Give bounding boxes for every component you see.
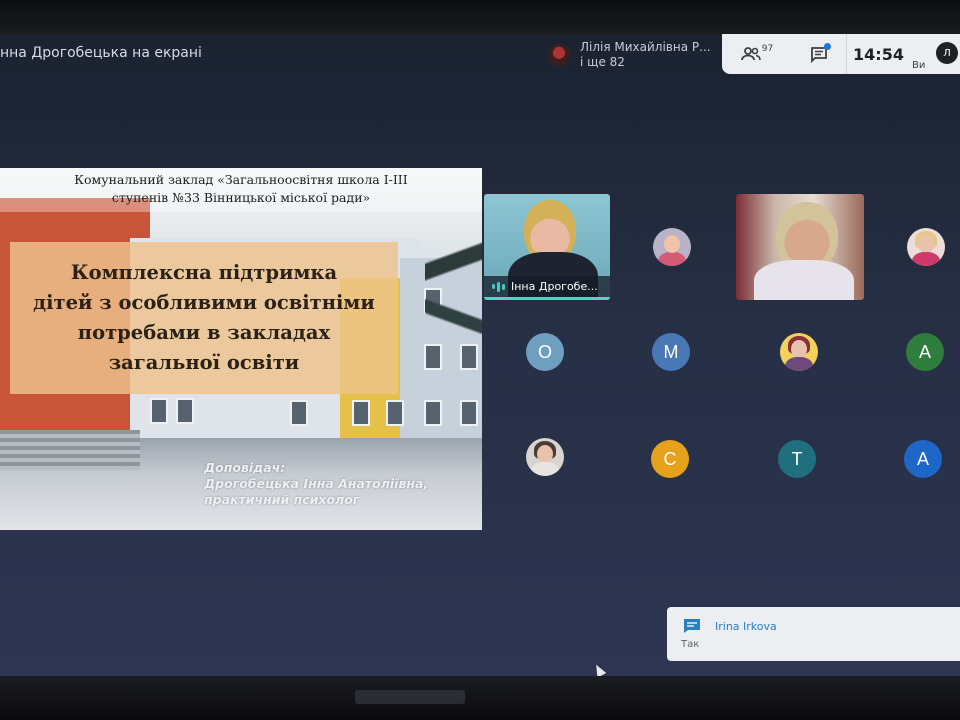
clock: 14:54 xyxy=(846,34,910,74)
slide-header: Комунальний заклад «Загальноосвітня школ… xyxy=(0,168,482,212)
speaker-role: практичний психолог xyxy=(204,492,360,507)
photo-people xyxy=(658,252,686,266)
participant-photo-avatar[interactable] xyxy=(780,333,818,371)
participant-photo-avatar[interactable] xyxy=(653,228,691,266)
chat-button[interactable] xyxy=(792,34,846,74)
participant-avatar-o[interactable]: О xyxy=(526,333,564,371)
slide-title-line: загальної освіти xyxy=(108,351,300,374)
slide-title-line: дітей з особливими освітніми xyxy=(33,291,375,314)
participant-avatar-c[interactable]: С xyxy=(651,440,689,478)
speaker-name: Дрогобецька Інна Анатоліївна, xyxy=(204,476,429,491)
monitor-logo xyxy=(355,690,465,704)
speaker-label: Доповідач: xyxy=(204,460,286,475)
photo-body xyxy=(912,252,940,266)
slide-title-line: Комплексна підтримка xyxy=(70,261,338,284)
slide-window xyxy=(352,400,370,426)
participant-avatar-a[interactable]: А xyxy=(906,333,944,371)
audio-wave-icon xyxy=(492,281,505,292)
participants-count: 97 xyxy=(761,44,774,54)
presentation-slide: Комунальний заклад «Загальноосвітня школ… xyxy=(0,168,482,530)
participant-avatar-a2[interactable]: А xyxy=(904,440,942,478)
monitor-bezel-top xyxy=(0,0,960,36)
photo-body xyxy=(531,462,559,476)
monitor-bezel-bottom xyxy=(0,676,960,720)
slide-header-line: ступенів №33 Вінницької міської ради» xyxy=(111,190,371,205)
participants-button[interactable]: 97 xyxy=(722,34,792,74)
meeting-screen: нна Дрогобецька на екрані Лілія Михайлів… xyxy=(0,34,960,676)
slide-title: Комплексна підтримка дітей з особливими … xyxy=(10,242,398,394)
participant-avatar xyxy=(548,44,570,66)
slide-window xyxy=(150,398,168,424)
chat-message-text: Так xyxy=(681,639,700,650)
presenting-label: нна Дрогобецька на екрані xyxy=(0,45,202,61)
mouse-cursor-icon xyxy=(591,662,607,676)
self-avatar: Л xyxy=(936,42,958,64)
participant-avatar-t[interactable]: Т xyxy=(778,440,816,478)
chat-sender-name: Irina Irkova xyxy=(715,620,777,633)
slide-title-line: потребами в закладах xyxy=(77,321,331,344)
top-participant-indicator[interactable]: Лілія Михайлівна Р... і ще 82 xyxy=(548,40,711,70)
video-tile-participant[interactable] xyxy=(736,194,864,300)
video-tile-active-speaker[interactable]: Інна Дрогобе... xyxy=(484,194,610,300)
photo-face xyxy=(537,445,553,463)
participant-avatar-m[interactable]: М xyxy=(652,333,690,371)
unread-dot xyxy=(824,43,831,50)
slide-speaker: Доповідач: Дрогобецька Інна Анатоліївна,… xyxy=(204,460,474,508)
participant-photo-avatar[interactable] xyxy=(907,228,945,266)
slide-window xyxy=(176,398,194,424)
photo-face xyxy=(664,235,680,253)
participant-body xyxy=(754,260,854,300)
top-participant-more: і ще 82 xyxy=(580,55,625,69)
slide-header-line: Комунальний заклад «Загальноосвітня школ… xyxy=(74,172,408,187)
slide-steps xyxy=(0,430,140,470)
tile-participant-name: Інна Дрогобе... xyxy=(511,280,598,293)
participant-photo-avatar[interactable] xyxy=(526,438,564,476)
self-label: Ви xyxy=(912,60,926,71)
slide-tree xyxy=(425,178,482,438)
photo-body xyxy=(785,357,813,371)
photo-face xyxy=(918,235,934,253)
chat-notification[interactable]: Irina Irkova Так xyxy=(667,607,960,661)
slide-window xyxy=(386,400,404,426)
chat-message-icon xyxy=(684,619,700,633)
top-participant-name: Лілія Михайлівна Р... xyxy=(580,40,711,54)
people-icon xyxy=(740,47,761,61)
photo-face xyxy=(791,340,807,358)
meeting-top-bar: 97 14:54 Ви Л xyxy=(722,34,960,74)
self-account[interactable]: Ви Л xyxy=(910,34,960,74)
tile-name-bar: Інна Дрогобе... xyxy=(484,276,610,300)
slide-window xyxy=(290,400,308,426)
